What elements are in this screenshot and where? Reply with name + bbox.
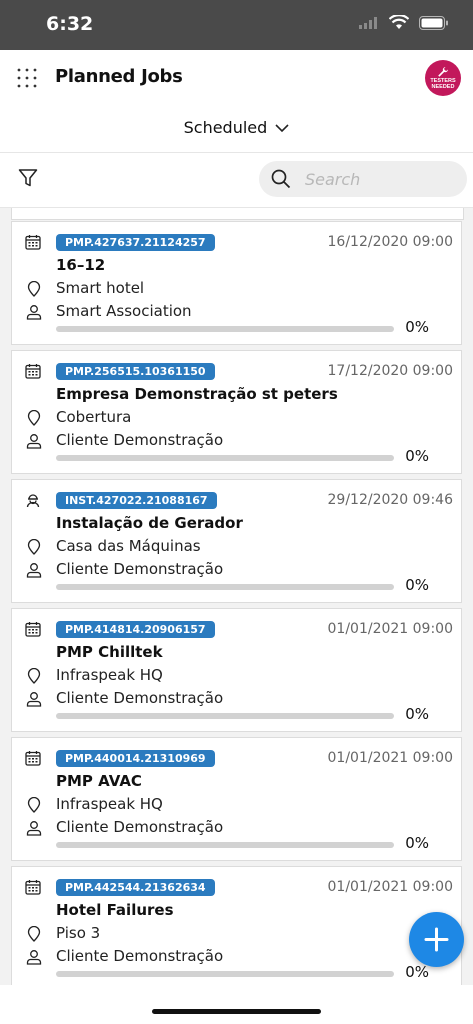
- calendar-icon: [25, 879, 41, 895]
- search-icon: [271, 169, 291, 189]
- job-code-badge: PMP.256515.10361150: [56, 363, 215, 380]
- progress-bar: [56, 842, 394, 848]
- search-placeholder: Search: [305, 170, 361, 189]
- client-icon: [26, 691, 42, 707]
- partial-card: [11, 208, 464, 220]
- progress-bar: [56, 326, 394, 332]
- progress-bar: [56, 713, 394, 719]
- job-title: Instalação de Gerador: [56, 514, 243, 532]
- status-filter-bar: Scheduled: [0, 106, 473, 153]
- job-date: 17/12/2020 09:00: [327, 363, 454, 379]
- client-icon: [26, 304, 42, 320]
- job-client: Cliente Demonstração: [56, 560, 224, 578]
- job-code-badge: INST.427022.21088167: [56, 492, 217, 509]
- job-card[interactable]: PMP.427637.21124257 16/12/2020 09:00 16–12…: [11, 221, 462, 345]
- progress-percent: 0%: [405, 447, 429, 465]
- job-card[interactable]: PMP.442544.21362634 01/01/2021 09:00 Hotel…: [11, 866, 462, 985]
- status-time: 6:32: [46, 13, 94, 35]
- progress-bar: [56, 584, 394, 590]
- job-title: PMP Chilltek: [56, 643, 163, 661]
- progress-percent: 0%: [405, 318, 429, 336]
- job-date: 01/01/2021 09:00: [327, 750, 454, 766]
- job-client: Cliente Demonstração: [56, 947, 224, 965]
- badge-line-2: NEEDED: [431, 84, 455, 90]
- progress-bar: [56, 455, 394, 461]
- job-client: Smart Association: [56, 302, 192, 320]
- calendar-icon: [25, 621, 41, 637]
- job-card[interactable]: PMP.414814.20906157 01/01/2021 09:00 PMP C…: [11, 608, 462, 732]
- job-title: Hotel Failures: [56, 901, 174, 919]
- client-icon: [26, 433, 42, 449]
- calendar-icon: [25, 234, 41, 250]
- signal-icon: [359, 16, 377, 29]
- job-location: Infraspeak HQ: [56, 666, 163, 684]
- job-location: Smart hotel: [56, 279, 145, 297]
- job-location: Infraspeak HQ: [56, 795, 163, 813]
- job-date: 01/01/2021 09:00: [327, 879, 454, 895]
- wrench-icon: [438, 67, 448, 77]
- job-card[interactable]: INST.427022.21088167 29/12/2020 09:46 Inst…: [11, 479, 462, 603]
- location-icon: [26, 409, 42, 426]
- plus-icon: [424, 927, 449, 952]
- add-job-button[interactable]: [409, 912, 464, 967]
- bottom-safe-area: [0, 985, 473, 1024]
- filter-icon[interactable]: [18, 168, 38, 188]
- job-client: Cliente Demonstração: [56, 818, 224, 836]
- calendar-icon: [25, 363, 41, 379]
- job-code-badge: PMP.427637.21124257: [56, 234, 215, 251]
- job-code-badge: PMP.442544.21362634: [56, 879, 215, 896]
- page-title: Planned Jobs: [55, 66, 183, 87]
- location-icon: [26, 796, 42, 813]
- location-icon: [26, 280, 42, 297]
- job-card[interactable]: PMP.440014.21310969 01/01/2021 09:00 PMP A…: [11, 737, 462, 861]
- location-icon: [26, 538, 42, 555]
- client-icon: [26, 562, 42, 578]
- progress-percent: 0%: [405, 576, 429, 594]
- job-location: Cobertura: [56, 408, 132, 426]
- progress-bar: [56, 971, 394, 977]
- progress-percent: 0%: [405, 705, 429, 723]
- location-icon: [26, 925, 42, 942]
- job-card[interactable]: PMP.256515.10361150 17/12/2020 09:00 Empre…: [11, 350, 462, 474]
- top-bar: Planned Jobs TESTERS NEEDED: [0, 50, 473, 106]
- job-date: 16/12/2020 09:00: [327, 234, 454, 250]
- search-filter-bar: Search: [0, 153, 473, 208]
- job-title: Empresa Demonstração st peters: [56, 385, 338, 403]
- location-icon: [26, 667, 42, 684]
- client-icon: [26, 949, 42, 965]
- job-client: Cliente Demonstração: [56, 689, 224, 707]
- job-title: 16–12: [56, 256, 106, 274]
- search-input[interactable]: Search: [259, 161, 467, 197]
- testers-needed-badge[interactable]: TESTERS NEEDED: [425, 60, 461, 96]
- job-list[interactable]: PMP.427637.21124257 16/12/2020 09:00 16–12…: [0, 208, 473, 985]
- client-icon: [26, 820, 42, 836]
- job-client: Cliente Demonstração: [56, 431, 224, 449]
- job-location: Casa das Máquinas: [56, 537, 201, 555]
- status-dropdown-label: Scheduled: [183, 118, 268, 137]
- technician-icon: [25, 492, 41, 508]
- status-bar: 6:32: [0, 0, 473, 50]
- status-icons: [359, 15, 449, 30]
- calendar-icon: [25, 750, 41, 766]
- job-location: Piso 3: [56, 924, 101, 942]
- job-date: 29/12/2020 09:46: [327, 492, 454, 508]
- job-date: 01/01/2021 09:00: [327, 621, 454, 637]
- status-dropdown[interactable]: Scheduled: [0, 118, 473, 137]
- chevron-down-icon: [275, 124, 289, 133]
- battery-icon: [419, 15, 448, 30]
- job-title: PMP AVAC: [56, 772, 142, 790]
- apps-menu-icon[interactable]: [16, 67, 38, 89]
- progress-percent: 0%: [405, 834, 429, 852]
- job-code-badge: PMP.440014.21310969: [56, 750, 215, 767]
- wifi-icon: [389, 15, 409, 29]
- home-indicator: [152, 1009, 321, 1014]
- job-code-badge: PMP.414814.20906157: [56, 621, 215, 638]
